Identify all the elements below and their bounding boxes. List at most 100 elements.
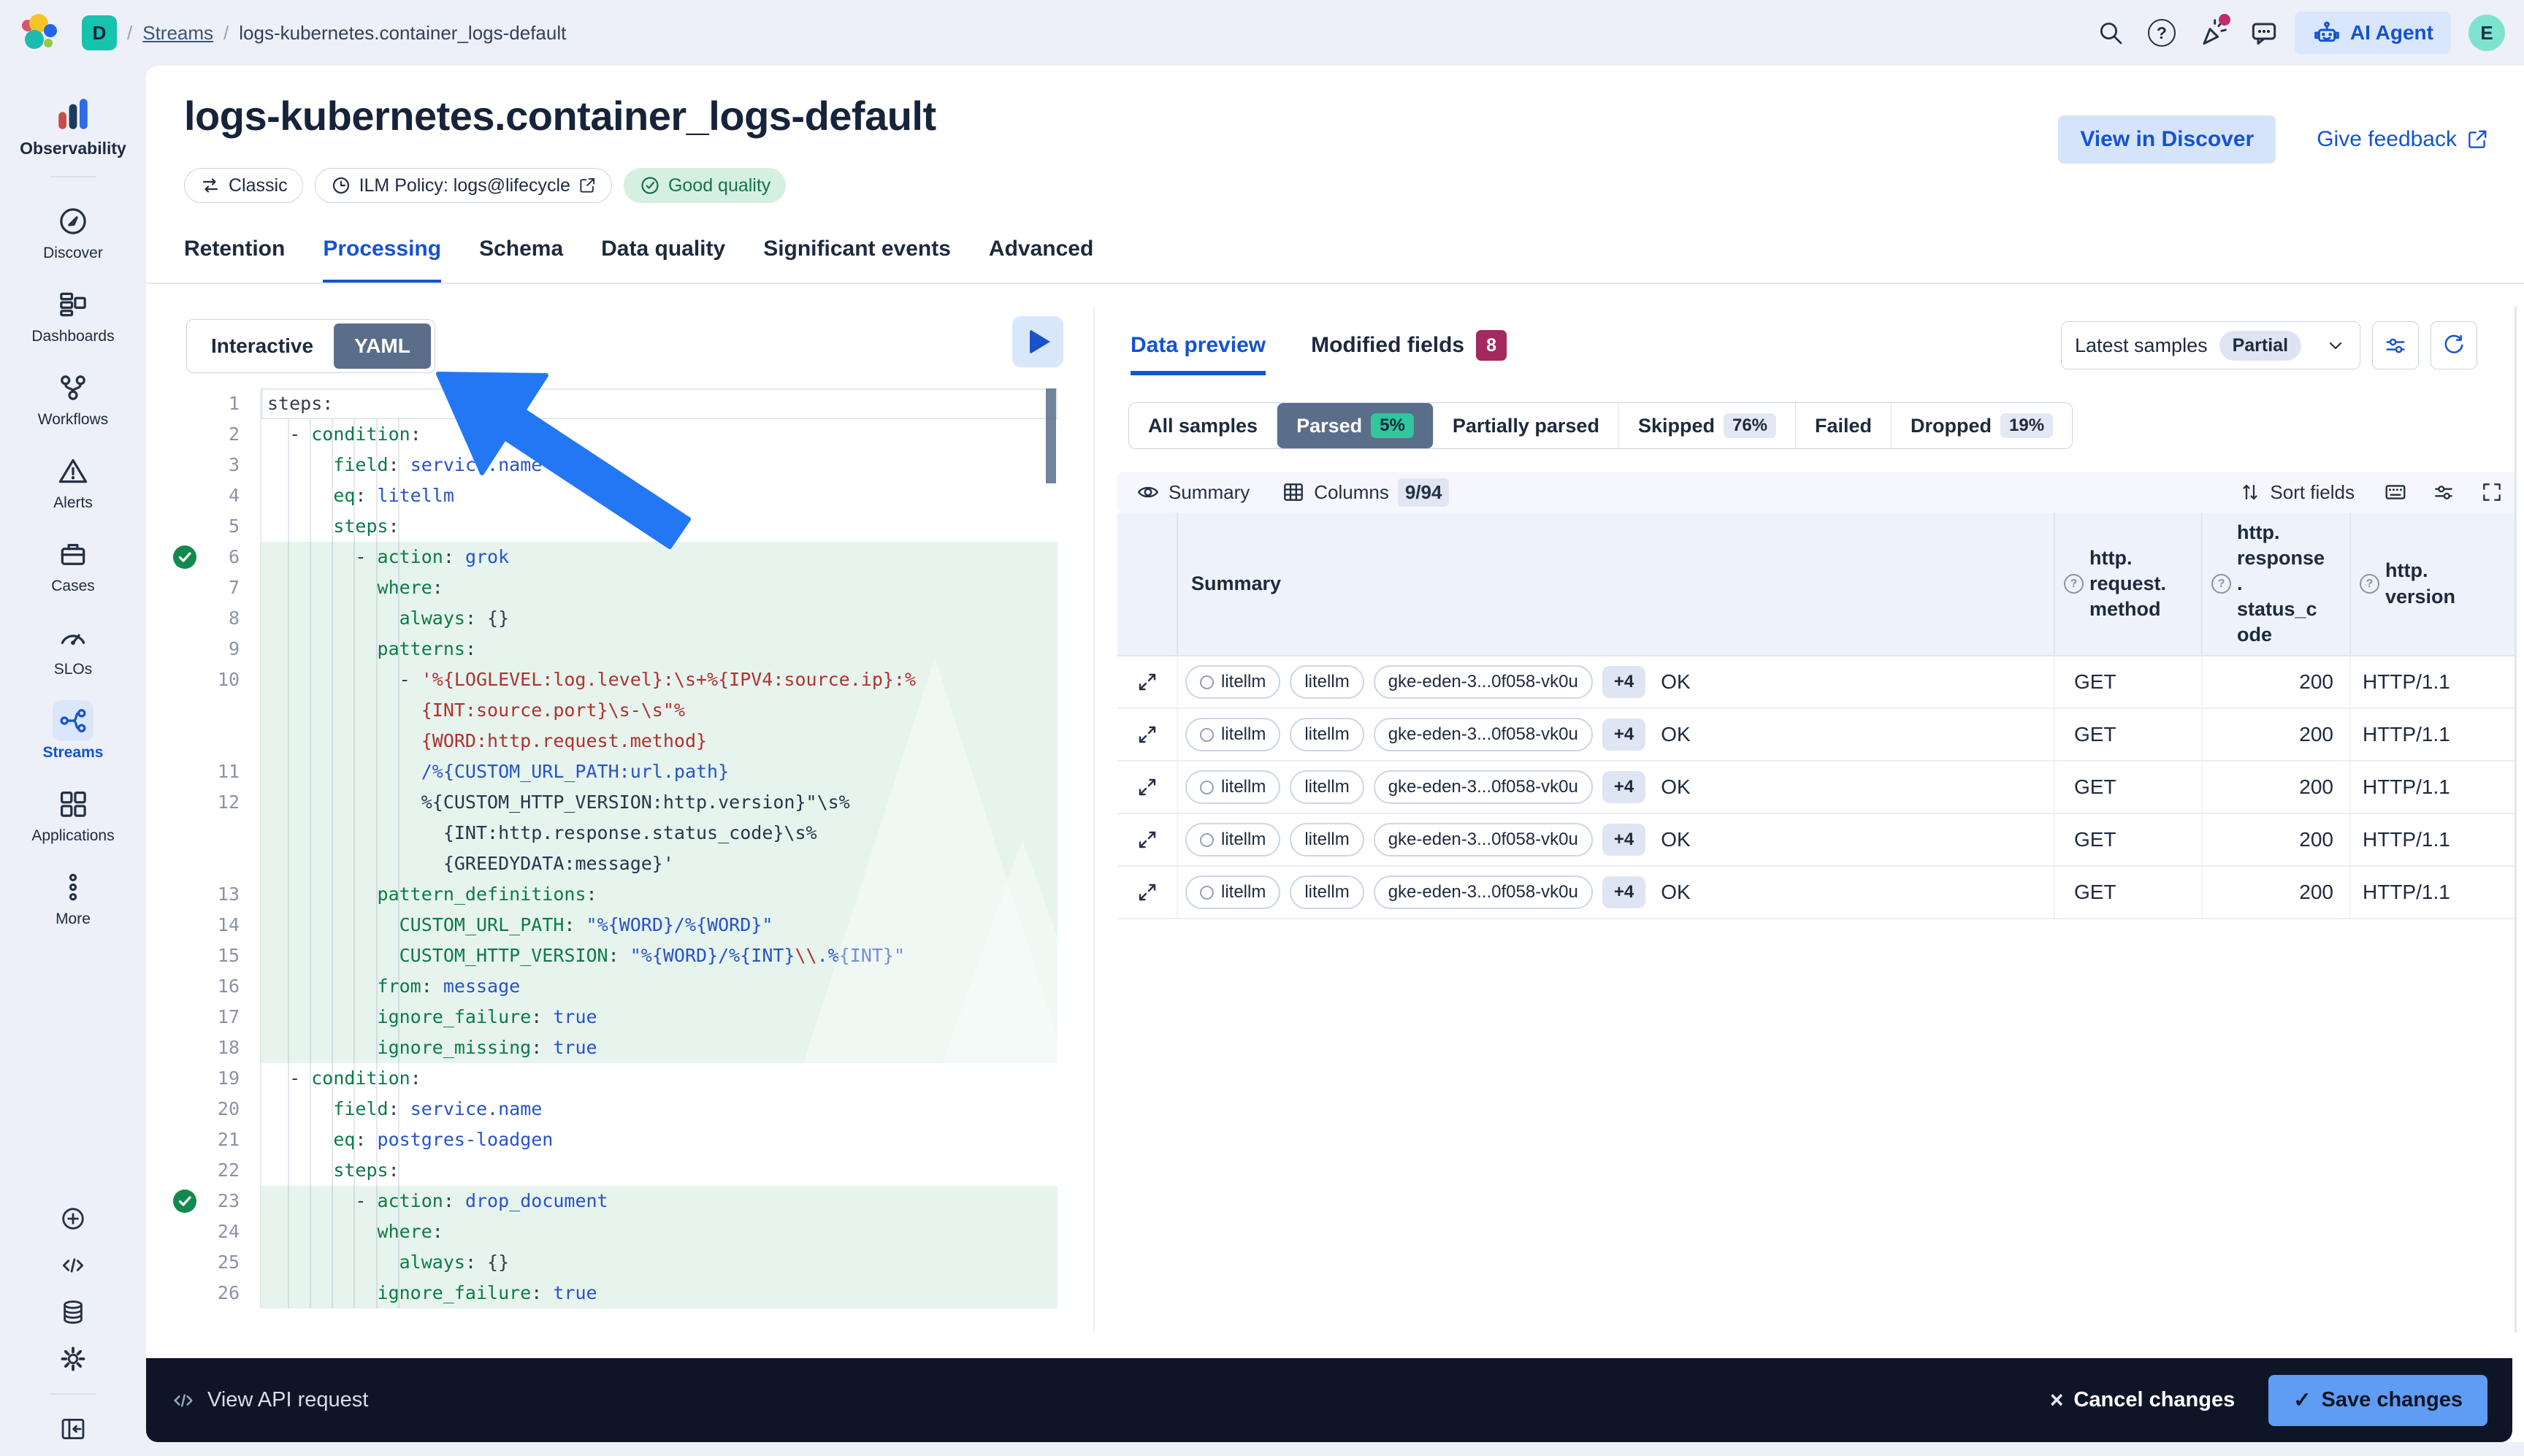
code-line[interactable]: 21 eq: postgres-loadgen (173, 1124, 1058, 1155)
more-fields-badge[interactable]: +4 (1602, 666, 1645, 698)
collapse-sidebar-icon[interactable] (59, 1415, 87, 1443)
summary-pill[interactable]: gke-eden-3...0f058-vk0u (1374, 718, 1593, 751)
summary-cell[interactable]: litellmlitellmgke-eden-3...0f058-vk0u+4O… (1178, 709, 2055, 760)
sidebar-item-discover[interactable]: Discover (31, 201, 114, 262)
dev-tools-icon[interactable] (59, 1252, 87, 1279)
code-line[interactable]: 24 where: (173, 1216, 1058, 1247)
code-line[interactable]: 22 steps: (173, 1155, 1058, 1186)
expand-row-icon[interactable] (1117, 867, 1178, 918)
more-fields-badge[interactable]: +4 (1602, 719, 1645, 751)
ilm-policy-badge[interactable]: ILM Policy: logs@lifecycle (315, 168, 612, 203)
summary-cell[interactable]: litellmlitellmgke-eden-3...0f058-vk0u+4O… (1178, 814, 2055, 865)
code-line[interactable]: 2 - condition: (173, 419, 1058, 450)
code-line[interactable]: 23 - action: drop_document (173, 1186, 1058, 1216)
ai-agent-button[interactable]: AI Agent (2295, 12, 2451, 54)
code-line[interactable]: 4 eq: litellm (173, 480, 1058, 511)
summary-pill[interactable]: litellm (1290, 718, 1364, 751)
space-badge[interactable]: D (82, 15, 117, 50)
summary-cell[interactable]: litellmlitellmgke-eden-3...0f058-vk0u+4O… (1178, 762, 2055, 813)
more-fields-badge[interactable]: +4 (1602, 824, 1645, 856)
data-management-icon[interactable] (59, 1298, 87, 1326)
samples-select[interactable]: Latest samples Partial (2061, 321, 2360, 369)
http-response-status-cell[interactable]: 200 (2203, 656, 2351, 708)
save-changes-button[interactable]: ✓ Save changes (2268, 1375, 2487, 1426)
expand-row-icon[interactable] (1117, 709, 1178, 760)
code-line[interactable]: 1steps: (173, 388, 1058, 419)
summary-pill[interactable]: gke-eden-3...0f058-vk0u (1374, 770, 1593, 804)
code-line[interactable]: 9 patterns: (173, 634, 1058, 664)
run-simulation-button[interactable] (1012, 316, 1063, 367)
code-line[interactable]: 16 from: message (173, 971, 1058, 1002)
feedback-chat-icon[interactable] (2244, 12, 2284, 53)
tab-data-quality[interactable]: Data quality (601, 221, 725, 283)
code-line[interactable]: 17 ignore_failure: true (173, 1002, 1058, 1032)
tab-data-preview[interactable]: Data preview (1131, 320, 1266, 375)
row-settings-button[interactable] (2432, 480, 2455, 504)
sort-fields-button[interactable]: Sort fields (2239, 481, 2355, 504)
code-line[interactable]: 8 always: {} (173, 603, 1058, 634)
summary-pill[interactable]: litellm (1290, 665, 1364, 699)
code-line[interactable]: 3 field: service.name (173, 450, 1058, 480)
http-request-method-cell[interactable]: GET (2055, 762, 2203, 813)
summary-pill[interactable]: litellm (1290, 875, 1364, 909)
http-request-method-cell[interactable]: GET (2055, 867, 2203, 918)
cancel-changes-button[interactable]: × Cancel changes (2050, 1387, 2236, 1414)
column-header[interactable]: Summary (1178, 513, 2055, 655)
tab-significant-events[interactable]: Significant events (763, 221, 951, 283)
yaml-code-editor[interactable]: 1steps:2 - condition:3 field: service.na… (173, 388, 1058, 1314)
summary-cell[interactable]: litellmlitellmgke-eden-3...0f058-vk0u+4O… (1178, 656, 2055, 708)
summary-pill[interactable]: litellm (1290, 770, 1364, 804)
filter-failed[interactable]: Failed (1796, 403, 1892, 448)
summary-pill[interactable]: gke-eden-3...0f058-vk0u (1374, 823, 1593, 857)
code-line[interactable]: 6 - action: grok (173, 542, 1058, 572)
view-in-discover-button[interactable]: View in Discover (2058, 115, 2276, 164)
http-version-cell[interactable]: HTTP/1.1 (2351, 709, 2517, 760)
column-header[interactable]: ?http.request.method (2055, 513, 2203, 655)
mode-interactive-button[interactable]: Interactive (191, 323, 334, 369)
announcements-icon[interactable] (2192, 12, 2233, 53)
filter-dropped[interactable]: Dropped19% (1892, 403, 2072, 448)
elastic-logo[interactable] (20, 14, 58, 52)
code-line[interactable]: {GREEDYDATA:message}' (173, 848, 1058, 879)
sidebar-item-alerts[interactable]: Alerts (31, 451, 114, 512)
user-avatar[interactable]: E (2468, 15, 2505, 51)
sidebar-item-more[interactable]: More (31, 867, 114, 928)
mode-yaml-button[interactable]: YAML (334, 323, 431, 369)
code-line[interactable]: 25 always: {} (173, 1247, 1058, 1278)
tab-retention[interactable]: Retention (184, 221, 285, 283)
filter-skipped[interactable]: Skipped76% (1619, 403, 1796, 448)
code-line[interactable]: 18 ignore_missing: true (173, 1032, 1058, 1063)
summary-pill[interactable]: litellm (1185, 770, 1280, 804)
http-response-status-cell[interactable]: 200 (2203, 709, 2351, 760)
summary-pill[interactable]: litellm (1185, 665, 1280, 699)
sidebar-item-applications[interactable]: Applications (31, 783, 114, 845)
http-request-method-cell[interactable]: GET (2055, 709, 2203, 760)
breadcrumb-streams[interactable]: Streams (142, 22, 213, 45)
http-response-status-cell[interactable]: 200 (2203, 867, 2351, 918)
code-line[interactable]: 13 pattern_definitions: (173, 879, 1058, 910)
settings-gear-icon[interactable] (59, 1345, 87, 1373)
summary-pill[interactable]: gke-eden-3...0f058-vk0u (1374, 875, 1593, 909)
tab-modified-fields[interactable]: Modified fields 8 (1311, 320, 1507, 375)
column-header[interactable]: ?http.version (2351, 513, 2517, 655)
code-line[interactable]: 10 - '%{LOGLEVEL:log.level}:\s+%{IPV4:so… (173, 664, 1058, 695)
preview-settings-button[interactable] (2372, 321, 2419, 369)
summary-pill[interactable]: litellm (1185, 823, 1280, 857)
filter-all-samples[interactable]: All samples (1129, 403, 1277, 448)
give-feedback-link[interactable]: Give feedback (2317, 127, 2489, 152)
code-line[interactable]: {WORD:http.request.method} (173, 726, 1058, 756)
refresh-button[interactable] (2431, 321, 2477, 369)
tab-schema[interactable]: Schema (479, 221, 563, 283)
http-request-method-cell[interactable]: GET (2055, 814, 2203, 865)
http-version-cell[interactable]: HTTP/1.1 (2351, 814, 2517, 865)
code-line[interactable]: 11 /%{CUSTOM_URL_PATH:url.path} (173, 756, 1058, 787)
code-line[interactable]: 15 CUSTOM_HTTP_VERSION: "%{WORD}/%{INT}\… (173, 940, 1058, 971)
http-response-status-cell[interactable]: 200 (2203, 762, 2351, 813)
more-fields-badge[interactable]: +4 (1602, 771, 1645, 803)
expand-row-icon[interactable] (1117, 814, 1178, 865)
code-line[interactable]: 5 steps: (173, 511, 1058, 542)
view-api-request-link[interactable]: View API request (171, 1388, 368, 1413)
code-line[interactable]: {INT:source.port}\s-\s"% (173, 695, 1058, 726)
display-options-button[interactable] (2384, 480, 2407, 504)
summary-pill[interactable]: litellm (1185, 718, 1280, 751)
